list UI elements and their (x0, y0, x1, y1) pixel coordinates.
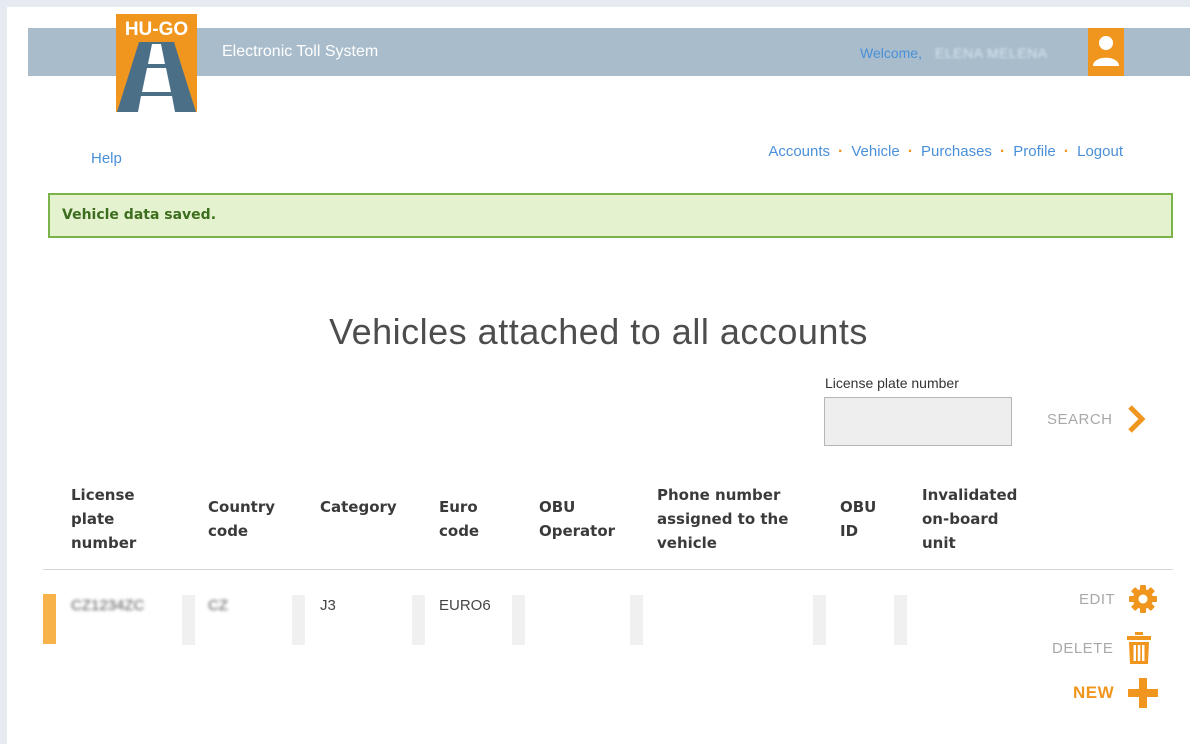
user-avatar-icon (1093, 36, 1119, 66)
nav-separator: · (907, 142, 914, 160)
user-name: ELENA MELENA (935, 45, 1048, 61)
cell-category: J3 (320, 597, 336, 614)
cell-separator (412, 595, 425, 645)
page: HU-GO Electronic Toll System Welcome, EL… (7, 7, 1190, 744)
nav-profile[interactable]: Profile (1013, 143, 1056, 160)
delete-button[interactable]: DELETE (1052, 632, 1152, 664)
cell-license-plate: CZ1234ZC (71, 597, 145, 614)
delete-label: DELETE (1052, 639, 1114, 657)
col-header-category: Category (320, 498, 397, 516)
search-button[interactable]: SEARCH (1047, 405, 1145, 433)
gear-icon (1129, 585, 1158, 613)
cell-separator (894, 595, 907, 645)
cell-country-code: CZ (208, 597, 228, 614)
row-selected-marker (43, 594, 56, 644)
nav-separator: · (999, 142, 1006, 160)
table-divider (43, 569, 1173, 570)
col-header-invalidated: Invalidated on-board unit (922, 486, 1018, 552)
app-title: Electronic Toll System (222, 43, 379, 60)
logo-text: HU-GO (125, 19, 188, 40)
col-header-license-plate: License plate number (71, 486, 137, 552)
nav-vehicle[interactable]: Vehicle (851, 143, 899, 160)
nav-separator: · (1063, 142, 1070, 160)
new-label: NEW (1073, 683, 1115, 702)
chevron-right-icon (1127, 405, 1145, 433)
search-label: License plate number (825, 375, 959, 391)
col-header-obu-id: OBU ID (840, 498, 877, 540)
col-header-country-code: Country code (208, 498, 276, 540)
new-button[interactable]: NEW (1073, 678, 1159, 708)
cell-separator (813, 595, 826, 645)
welcome-text: Welcome, (860, 45, 922, 61)
user-icon[interactable] (1088, 28, 1124, 76)
cell-separator (630, 595, 643, 645)
hugo-logo[interactable]: HU-GO (116, 14, 197, 112)
nav-purchases[interactable]: Purchases (921, 143, 992, 160)
col-header-euro-code: Euro code (439, 498, 480, 540)
cell-separator (182, 595, 195, 645)
success-alert: Vehicle data saved. (48, 193, 1173, 238)
page-title: Vehicles attached to all accounts (329, 311, 868, 353)
top-nav: Accounts · Vehicle · Purchases · Profile… (768, 143, 1123, 160)
license-plate-search-input[interactable] (824, 397, 1012, 446)
nav-logout[interactable]: Logout (1077, 143, 1123, 160)
help-link[interactable]: Help (91, 150, 122, 167)
plus-icon (1128, 678, 1159, 708)
nav-separator: · (838, 142, 844, 160)
edit-button[interactable]: EDIT (1079, 585, 1158, 613)
cell-separator (292, 595, 305, 645)
col-header-obu-operator: OBU Operator (539, 498, 616, 540)
alert-message: Vehicle data saved. (62, 207, 217, 223)
col-header-phone: Phone number assigned to the vehicle (657, 486, 789, 552)
nav-accounts[interactable]: Accounts (768, 143, 830, 160)
edit-label: EDIT (1079, 590, 1116, 608)
cell-separator (512, 595, 525, 645)
cell-euro-code: EURO6 (439, 597, 491, 614)
search-button-label: SEARCH (1047, 410, 1113, 428)
trash-icon (1127, 632, 1152, 664)
